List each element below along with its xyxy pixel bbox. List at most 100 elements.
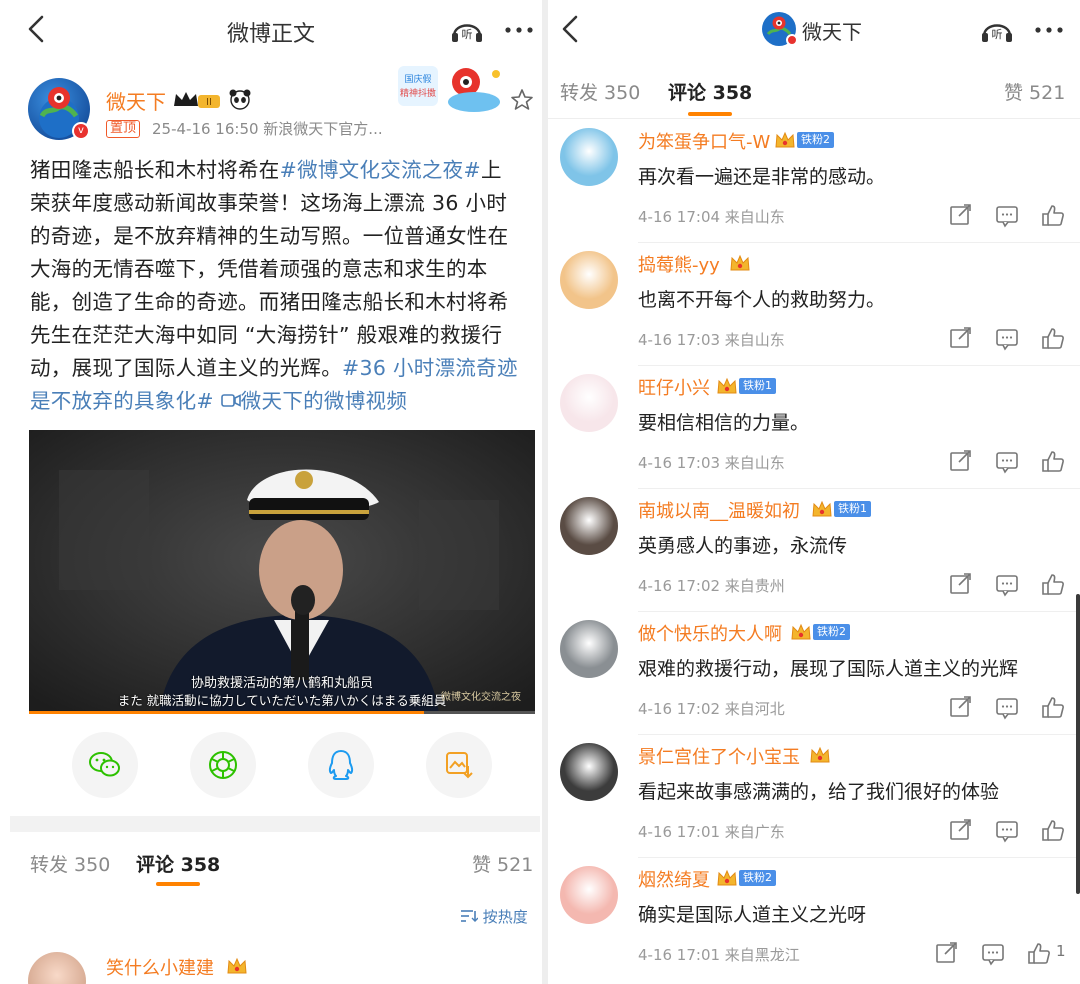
tab-like[interactable]: 赞 521 (472, 850, 533, 877)
comment-icon[interactable] (994, 571, 1020, 597)
comment-username[interactable]: 旺仔小兴 (638, 374, 710, 400)
user-badges: 铁粉2 (716, 868, 776, 888)
user-badges (729, 253, 751, 273)
crown-badge-icon (717, 377, 737, 394)
sort-by-hot-button[interactable]: 按热度 (460, 906, 528, 927)
scrollbar[interactable] (1076, 594, 1080, 894)
post-text-intro: 猪田隆志船长和木村将希在 (30, 158, 280, 182)
verified-badge (786, 34, 798, 46)
comment-meta: 4-16 17:03 来自山东 (638, 454, 785, 472)
comment-divider (638, 242, 1080, 243)
comment-item[interactable]: 烟然绮夏 铁粉2 确实是国际人道主义之光呀 4-16 17:01 来自黑龙江 1 (548, 866, 1080, 984)
navbar-author-name[interactable]: 微天下 (802, 16, 862, 45)
promo-sticker-icon[interactable]: 国庆假 精神抖擞 (396, 60, 512, 116)
repost-icon[interactable] (948, 202, 974, 228)
repost-icon[interactable] (948, 571, 974, 597)
video-link-icon (220, 394, 241, 407)
comment-item[interactable]: 旺仔小兴 铁粉1 要相信相信的力量。 4-16 17:03 来自山东 (548, 374, 1080, 496)
comment-meta: 4-16 17:01 来自黑龙江 (638, 946, 800, 964)
tab-repost[interactable]: 转发 350 (560, 78, 640, 105)
comment-item[interactable]: 南城以南__温暖如初 铁粉1 英勇感人的事迹，永流传 4-16 17:02 来自贵州 (548, 497, 1080, 619)
share-qq-button[interactable] (308, 732, 374, 798)
video-player[interactable]: 协助救援活动的第八鹤和丸船员 また 就職活動に協力していただいた第八かくはまる乗… (29, 430, 535, 714)
like-icon[interactable] (1040, 694, 1066, 720)
active-tab-indicator (688, 112, 732, 116)
tab-like[interactable]: 赞 521 (1004, 78, 1065, 105)
like-icon[interactable] (1040, 202, 1066, 228)
like-icon[interactable] (1040, 325, 1066, 351)
comment-divider (638, 365, 1080, 366)
repost-icon[interactable] (948, 325, 974, 351)
comment-avatar[interactable] (28, 952, 86, 984)
comment-icon[interactable] (994, 202, 1020, 228)
tab-repost[interactable]: 转发 350 (30, 850, 110, 877)
like-icon[interactable] (1040, 448, 1066, 474)
comment-username[interactable]: 捣莓熊-yy (638, 251, 720, 277)
more-icon[interactable] (502, 16, 536, 44)
like-icon[interactable] (1026, 940, 1052, 966)
tab-comment[interactable]: 评论 358 (136, 850, 220, 877)
like-icon[interactable] (1040, 817, 1066, 843)
share-wechat-button[interactable] (72, 732, 138, 798)
comment-icon[interactable] (980, 940, 1006, 966)
comment-avatar[interactable] (560, 251, 618, 309)
repost-icon[interactable] (948, 817, 974, 843)
fan-level-badge: 铁粉1 (834, 501, 871, 517)
user-badges: 铁粉2 (790, 622, 850, 642)
more-icon[interactable] (1032, 16, 1066, 44)
sort-icon (461, 910, 479, 922)
comment-text: 再次看一遍还是非常的感动。 (638, 166, 886, 188)
tab-comment[interactable]: 评论 358 (668, 78, 752, 105)
post-tabs: 转发 350 评论 358 赞 521 (0, 846, 542, 896)
comment-username[interactable]: 为笨蛋争口气-W (638, 128, 770, 154)
listen-icon[interactable]: 听 (980, 16, 1014, 44)
comment-item[interactable]: 景仁宫住了个小宝玉 看起来故事感满满的，给了我们很好的体验 4-16 17:01 来… (548, 743, 1080, 865)
repost-icon[interactable] (948, 448, 974, 474)
comment-icon[interactable] (994, 817, 1020, 843)
comment-avatar[interactable] (560, 866, 618, 924)
comment-divider (638, 611, 1080, 612)
comment-text: 也离不开每个人的救助努力。 (638, 289, 886, 311)
user-badges (809, 745, 831, 765)
comment-icon[interactable] (994, 694, 1020, 720)
comment-icon[interactable] (994, 448, 1020, 474)
comment-avatar[interactable] (560, 743, 618, 801)
comment-meta: 4-16 17:03 来自山东 (638, 331, 785, 349)
repost-icon[interactable] (934, 940, 960, 966)
comment-text: 要相信相信的力量。 (638, 412, 810, 434)
pinned-tag: 置顶 (106, 120, 141, 138)
video-progress-fill (29, 711, 424, 714)
comment-username[interactable]: 烟然绮夏 (638, 866, 710, 892)
comment-username[interactable]: 南城以南__温暖如初 (638, 497, 800, 523)
comment-icon[interactable] (994, 325, 1020, 351)
comment-divider (638, 488, 1080, 489)
comment-avatar[interactable] (560, 620, 618, 678)
listen-icon[interactable]: 听 (450, 16, 484, 44)
post-body: 猪田隆志船长和木村将希在#微博文化交流之夜#上荣获年度感动新闻故事荣誉！这场海上… (30, 154, 522, 418)
share-moments-button[interactable] (190, 732, 256, 798)
comment-item[interactable]: 做个快乐的大人啊 铁粉2 艰难的救援行动，展现了国际人道主义的光辉 4-16 17:0… (548, 620, 1080, 742)
author-name[interactable]: 微天下 (106, 86, 166, 115)
like-count: 1 (1056, 942, 1066, 960)
repost-icon[interactable] (948, 694, 974, 720)
comment-username[interactable]: 景仁宫住了个小宝玉 (638, 743, 800, 769)
comment-avatar[interactable] (560, 374, 618, 432)
video-progress-bar[interactable] (29, 711, 535, 714)
panda-icon (229, 89, 251, 110)
comment-username[interactable]: 做个快乐的大人啊 (638, 620, 782, 646)
topic-link-culture-night[interactable]: #微博文化交流之夜# (280, 158, 481, 182)
comment-item[interactable]: 为笨蛋争口气-W 铁粉2 再次看一遍还是非常的感动。 4-16 17:04 来自山东 (548, 128, 1080, 250)
comment-avatar[interactable] (560, 128, 618, 186)
fan-level-badge: 铁粉2 (739, 870, 776, 886)
back-icon[interactable] (556, 14, 584, 44)
comment-avatar[interactable] (560, 497, 618, 555)
comment-item[interactable]: 捣莓熊-yy 也离不开每个人的救助努力。 4-16 17:03 来自山东 (548, 251, 1080, 373)
comment-meta: 4-16 17:01 来自广东 (638, 823, 785, 841)
favorite-star-icon[interactable] (510, 88, 534, 112)
save-image-button[interactable] (426, 732, 492, 798)
verified-badge: v (72, 122, 90, 140)
crown-badge-icon (717, 869, 737, 886)
like-icon[interactable] (1040, 571, 1066, 597)
video-link[interactable]: 微天下的微博视频 (220, 389, 407, 413)
comment-username[interactable]: 笑什么小建建 (106, 954, 214, 980)
